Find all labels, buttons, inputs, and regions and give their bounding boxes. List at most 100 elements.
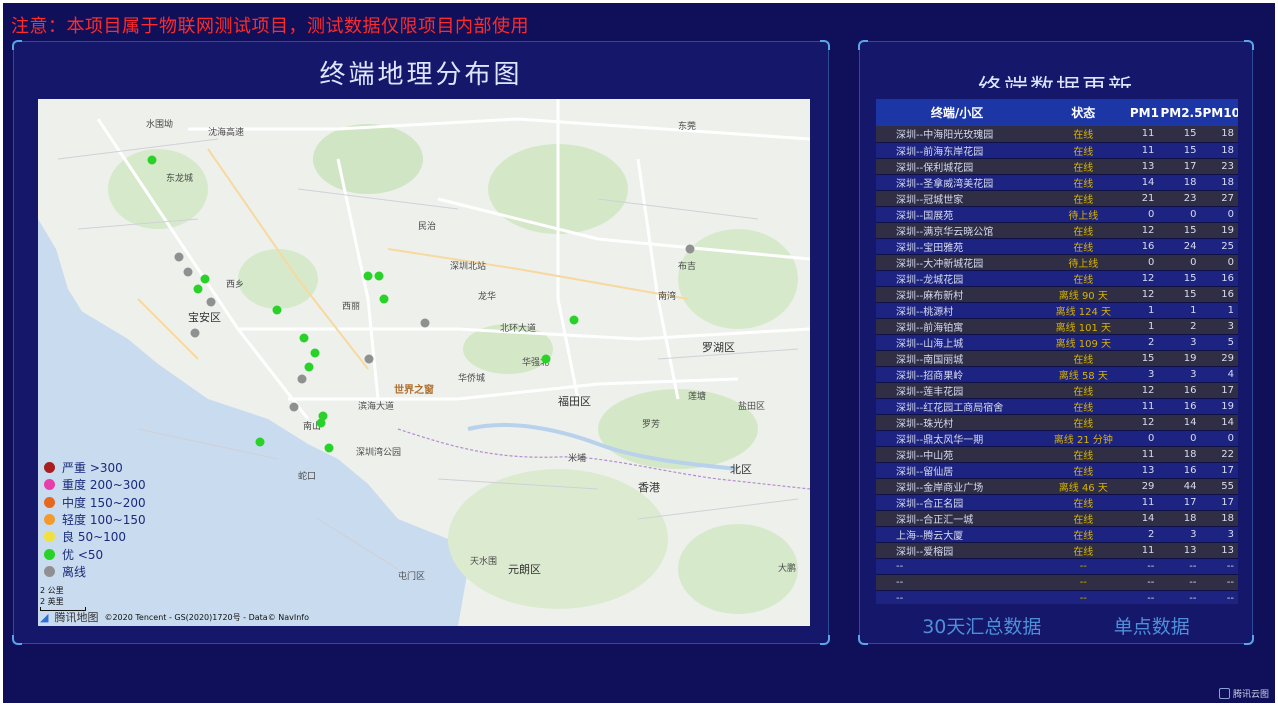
map-point-offline[interactable] [206, 297, 216, 307]
map-label: 布吉 [678, 262, 697, 272]
cell-pm10: 18 [1202, 174, 1238, 191]
table-row[interactable]: -- -- -- -- -- [876, 574, 1238, 591]
cell-terminal: 深圳--前海铂寓 [876, 318, 1039, 335]
table-row[interactable]: 深圳--留仙居 在线 13 16 17 [876, 462, 1238, 479]
map-label: 蛇口 [298, 472, 317, 482]
map-point-offline[interactable] [297, 374, 307, 384]
cell-pm25: 0 [1160, 430, 1203, 447]
table-row[interactable]: 深圳--合正名园 在线 11 17 17 [876, 494, 1238, 511]
map-point-online[interactable] [363, 271, 373, 281]
terminal-map[interactable]: 水围坳 沈海高速 东龙城 宝安区 西乡 西丽 南山 北环大道 罗湖区 福田区 世… [38, 99, 810, 626]
cell-pm25: 3 [1160, 526, 1203, 543]
table-row[interactable]: 深圳--大冲新城花园 待上线 0 0 0 [876, 254, 1238, 271]
table-row[interactable]: 深圳--国展苑 待上线 0 0 0 [876, 206, 1238, 223]
map-attribution: ◢ 腾讯地图 ©2020 Tencent - GS(2020)1720号 - D… [40, 609, 309, 625]
cell-pm10: -- [1202, 590, 1238, 604]
cell-pm1: 13 [1128, 462, 1161, 479]
cell-status: 在线 [1038, 238, 1129, 255]
map-point-online[interactable] [541, 354, 551, 364]
map-point-online[interactable] [316, 418, 326, 428]
tab-30-day-summary[interactable]: 30天汇总数据 [922, 612, 1041, 639]
table-row[interactable]: 深圳--桃源村 离线 124 天111 [876, 302, 1238, 319]
terminal-data-table[interactable]: 终端/小区 状态 PM1 PM2.5 PM10 深圳--中海阳光玫瑰园 在线 11 1… [876, 99, 1238, 604]
legend-label: 优 <50 [62, 547, 104, 562]
cell-pm1: 1 [1128, 318, 1161, 335]
table-row[interactable]: 深圳--满京华云晓公馆 在线 12 15 19 [876, 222, 1238, 239]
cell-status: 离线 58 天 [1038, 366, 1129, 383]
map-point-offline[interactable] [190, 328, 200, 338]
table-row[interactable]: -- -- -- -- -- [876, 558, 1238, 575]
notice-banner: 注意：本项目属于物联网测试项目，测试数据仅限项目内部使用 [11, 16, 529, 37]
map-point-online[interactable] [272, 305, 282, 315]
cell-terminal: 深圳--麻布新村 [876, 286, 1039, 303]
map-point-offline[interactable] [364, 354, 374, 364]
cell-status: 离线 109 天 [1038, 334, 1129, 351]
cell-pm10: 0 [1202, 254, 1238, 271]
data-panel-tabs: 30天汇总数据 单点数据 [860, 612, 1252, 639]
cell-status: 待上线 [1038, 254, 1129, 271]
map-point-offline[interactable] [289, 402, 299, 412]
table-row[interactable]: 深圳--中海阳光玫瑰园 在线 11 15 18 [876, 126, 1238, 143]
table-row[interactable]: 深圳--麻布新村 离线 90 天 12 15 16 [876, 286, 1238, 303]
map-point-online[interactable] [193, 284, 203, 294]
map-point-online[interactable] [299, 333, 309, 343]
map-point-online[interactable] [324, 443, 334, 453]
cell-pm25: 15 [1160, 126, 1203, 143]
cell-status: 在线 [1038, 382, 1129, 399]
cell-pm25: 18 [1160, 446, 1203, 463]
legend-swatch [44, 496, 55, 508]
map-point-online[interactable] [255, 437, 265, 447]
map-logo-text: 腾讯地图 [54, 611, 99, 624]
table-row[interactable]: 深圳--宝田雅苑 在线 16 24 25 [876, 238, 1238, 255]
table-row[interactable]: 上海--腾云大厦 在线 2 3 3 [876, 526, 1238, 543]
map-point-offline[interactable] [420, 318, 430, 328]
map-point-online[interactable] [379, 294, 389, 304]
map-point-offline[interactable] [685, 244, 695, 254]
table-row[interactable]: 深圳--金岸商业广场 离线 46 天 29 44 55 [876, 478, 1238, 495]
table-row[interactable]: 深圳--合正汇一城 在线 14 18 18 [876, 510, 1238, 527]
cell-terminal: 深圳--冠城世家 [876, 190, 1039, 207]
map-point-online[interactable] [304, 362, 314, 372]
table-row[interactable]: -- -- -- -- -- [876, 590, 1238, 604]
table-row[interactable]: 深圳--保利城花园 在线 13 17 23 [876, 158, 1238, 175]
tab-single-point[interactable]: 单点数据 [1114, 612, 1190, 639]
table-row[interactable]: 深圳--前海铂寓 离线 101 天123 [876, 318, 1238, 335]
cell-pm25: 24 [1160, 238, 1203, 255]
table-row[interactable]: 深圳--龙城花园 在线 12 15 16 [876, 270, 1238, 287]
table-row[interactable]: 深圳--招商果岭 离线 58 天334 [876, 366, 1238, 383]
table-row[interactable]: 深圳--红花园工商局宿舍 在线 11 16 19 [876, 398, 1238, 415]
map-point-offline[interactable] [174, 252, 184, 262]
table-row[interactable]: 深圳--冠城世家 在线 21 23 27 [876, 190, 1238, 207]
legend-label: 轻度 100~150 [62, 513, 146, 528]
table-row[interactable]: 深圳--南国丽城 在线 15 19 29 [876, 350, 1238, 367]
legend-item: 重度 200~300 [44, 476, 146, 493]
table-row[interactable]: 深圳--爱榕园 在线 11 13 13 [876, 542, 1238, 559]
cell-pm10: 14 [1202, 414, 1238, 431]
tencent-map-logo-icon: ◢ [40, 610, 49, 624]
table-row[interactable]: 深圳--莲丰花园 在线 12 16 17 [876, 382, 1238, 399]
cell-pm25: 15 [1160, 286, 1203, 303]
map-point-online[interactable] [310, 348, 320, 358]
map-label: 西乡 [226, 280, 245, 290]
legend-item: 良 50~100 [44, 528, 146, 545]
map-point-offline[interactable] [183, 267, 193, 277]
table-row[interactable]: 深圳--鼎太风华一期 离线 21 分钟 0 0 0 [876, 430, 1238, 447]
map-label: 元朗区 [508, 563, 541, 576]
cell-terminal: -- [876, 574, 1039, 591]
map-point-online[interactable] [200, 274, 210, 284]
cell-pm1: -- [1128, 574, 1161, 591]
cell-status: 在线 [1038, 190, 1129, 207]
map-point-online[interactable] [374, 271, 384, 281]
cell-pm25: 0 [1160, 254, 1203, 271]
table-row[interactable]: 深圳--中山苑 在线 11 18 22 [876, 446, 1238, 463]
table-row[interactable]: 深圳--前海东岸花园 在线 11 15 18 [876, 142, 1238, 159]
map-point-online[interactable] [147, 155, 157, 165]
map-label: 盐田区 [738, 402, 766, 412]
cell-pm1: 11 [1128, 398, 1161, 415]
table-row[interactable]: 深圳--圣拿威湾美花园 在线 14 18 18 [876, 174, 1238, 191]
cell-pm1: 12 [1128, 286, 1161, 303]
map-point-online[interactable] [569, 315, 579, 325]
table-row[interactable]: 深圳--珠光村 在线 12 14 14 [876, 414, 1238, 431]
table-row[interactable]: 深圳--山海上城 离线 109 天235 [876, 334, 1238, 351]
map-label: 深圳湾公园 [356, 448, 402, 458]
